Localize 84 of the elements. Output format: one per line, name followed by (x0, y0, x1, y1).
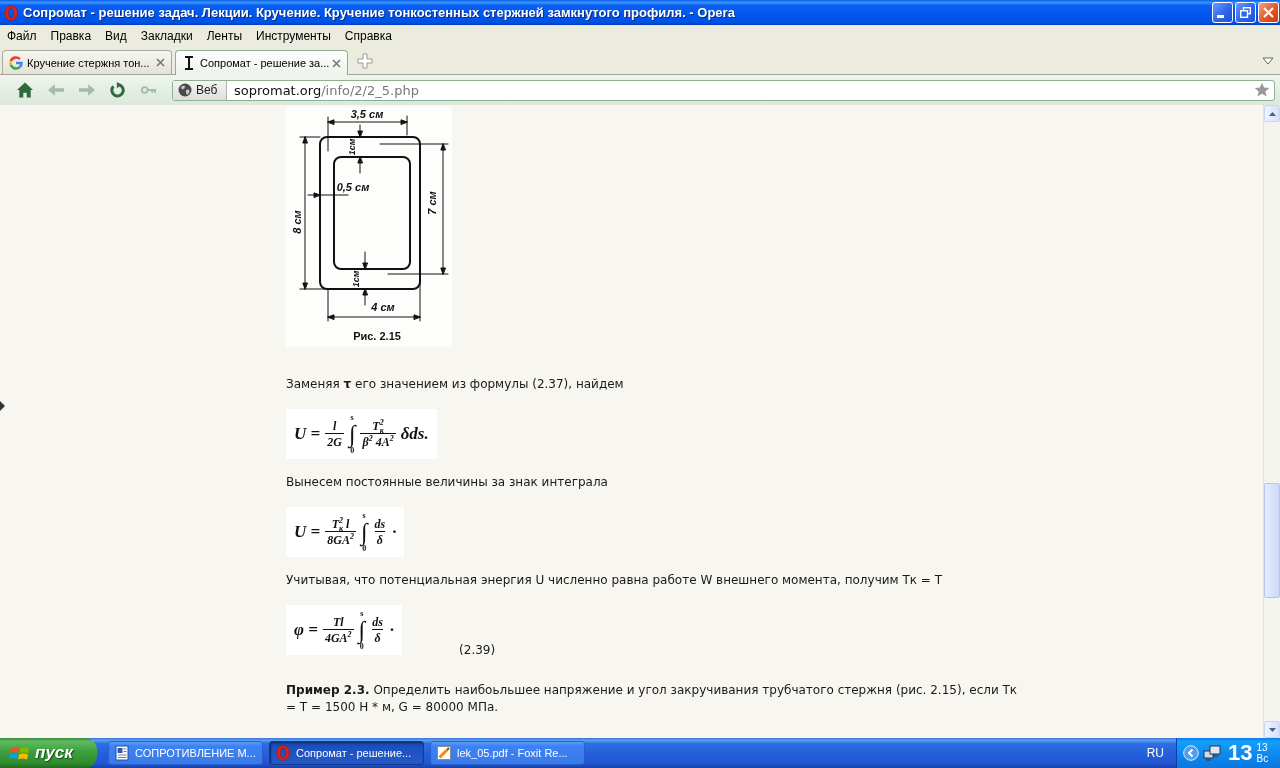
dimension-arrow (362, 251, 368, 306)
fraction-denominator: 8GA$^{2}$ (325, 530, 356, 547)
close-icon (1263, 7, 1274, 18)
star-icon[interactable] (1254, 82, 1270, 98)
down-arrow-icon (1268, 727, 1276, 732)
menu-item[interactable]: Правка (45, 29, 97, 43)
formula-term: U = (294, 521, 321, 542)
close-icon[interactable] (156, 58, 165, 67)
taskbar-button[interactable]: СОПРОТИВЛЕНИЕ М... (108, 741, 263, 765)
o-logo-icon (4, 4, 18, 21)
menu-item[interactable]: Ленты (201, 29, 247, 43)
integral-limit: s (360, 608, 364, 618)
fraction-numerator: Tl (331, 614, 345, 629)
scroll-down-button[interactable] (1264, 721, 1280, 738)
menu-item[interactable]: Вид (100, 29, 132, 43)
formula-term: · (389, 619, 395, 640)
home-icon[interactable] (17, 82, 33, 98)
fraction-numerator: l (331, 418, 338, 433)
dimension-label: 1см (347, 138, 357, 156)
clock-hours: 13 (1228, 740, 1253, 766)
paragraph: Учитывая, что потенциальная энергия U численно равна работе W внешнего момента, получим Тк = Т (286, 572, 943, 589)
document-icon (114, 745, 130, 761)
menu-item[interactable]: Закладки (135, 29, 198, 43)
taskbar-button[interactable]: lek_05.pdf - Foxit Re... (430, 741, 585, 765)
formula-term: φ = (294, 619, 318, 640)
web-button[interactable]: Веб (173, 80, 227, 100)
tab[interactable]: Кручение стержня тон... (2, 50, 172, 74)
url-text[interactable]: sopromat.org/info/2/2_5.php (234, 82, 1254, 98)
dimension-label: 3,5 см (350, 108, 384, 120)
panel-handle-icon[interactable] (0, 401, 5, 411)
menu-item[interactable]: Файл (2, 29, 42, 43)
minimize-button[interactable] (1212, 2, 1233, 23)
scroll-up-button[interactable] (1264, 105, 1280, 122)
equation-number: (2.39) (459, 641, 496, 659)
clock-day: Вс (1256, 753, 1269, 764)
pen-document-icon (436, 745, 452, 761)
close-icon[interactable] (332, 58, 342, 68)
minimize-icon (1217, 15, 1224, 18)
paragraph: Заменяя τ его значением из формулы (2.37), найдем (286, 376, 625, 393)
network-icon[interactable] (1203, 745, 1221, 761)
caret-down-icon[interactable] (1262, 57, 1274, 65)
clock-minutes: 13 (1256, 742, 1269, 753)
fraction-numerator: T$^{2}$$_{к}$ l (330, 516, 350, 531)
globe-icon (178, 83, 192, 97)
restore-button[interactable] (1235, 2, 1256, 23)
fraction-denominator: 4GA$^{2}$ (322, 628, 354, 645)
scrollbar-thumb[interactable] (1264, 483, 1280, 598)
window-title: Сопромат - решение задач. Лекции. Кручение. Кручение тонкостенных стержней замкнутого профиля. - Opera (23, 5, 736, 20)
language-indicator[interactable]: RU (1146, 746, 1164, 760)
flag-icon (9, 744, 29, 762)
dimension-label: 8 см (291, 210, 303, 234)
restore-icon (1240, 7, 1251, 18)
fraction-denominator: δ (372, 628, 383, 645)
paragraph: Пример 2.3. Определить наибоьльшее напряжение и угол закручивания трубчатого стержня (рис. 2.15), если Тк = Т = 1500 Н * м, G = 80000 МПа. (286, 681, 1019, 716)
dimension-arrow (307, 192, 349, 198)
tab[interactable]: Сопромат - решение за... (175, 50, 349, 75)
reload-icon[interactable] (110, 82, 126, 98)
dimension-arrow (357, 124, 363, 174)
taskbar-button[interactable]: Сопромат - решение... (269, 741, 424, 765)
close-button[interactable] (1258, 2, 1279, 23)
fraction-denominator: 2G (325, 432, 344, 449)
formula-term: δds. (400, 423, 429, 444)
figure-caption: Рис. 2.15 (353, 330, 401, 342)
dimension-label: 0,5 см (336, 181, 370, 193)
start-button[interactable]: пуск (0, 738, 97, 768)
address-bar[interactable]: Веб sopromat.org/info/2/2_5.php (172, 79, 1275, 101)
dimension-label: 1см (351, 270, 361, 288)
fraction-numerator: ds (373, 516, 387, 531)
up-arrow-icon (1268, 111, 1276, 116)
menu-item[interactable]: Справка (339, 29, 397, 43)
dimension-label: 7 см (426, 191, 438, 215)
fraction-denominator: β$^{2}$ 4A$^{2}$ (360, 432, 396, 449)
menu-item[interactable]: Инструменты (251, 29, 336, 43)
formula-term: · (392, 521, 397, 542)
fraction-numerator: ds (371, 614, 384, 629)
fraction-denominator: δ (374, 530, 385, 547)
integral-limit: s (362, 510, 366, 520)
g-logo-icon (8, 54, 24, 71)
dimension-label: 4 см (371, 301, 395, 313)
integral-limit: s (350, 412, 354, 422)
chevron-left-icon[interactable] (1183, 745, 1199, 761)
o-logo-icon (275, 745, 291, 761)
formula-term: U = (294, 423, 321, 444)
paragraph: Вынесем постоянные величины за знак интеграла (286, 474, 609, 491)
